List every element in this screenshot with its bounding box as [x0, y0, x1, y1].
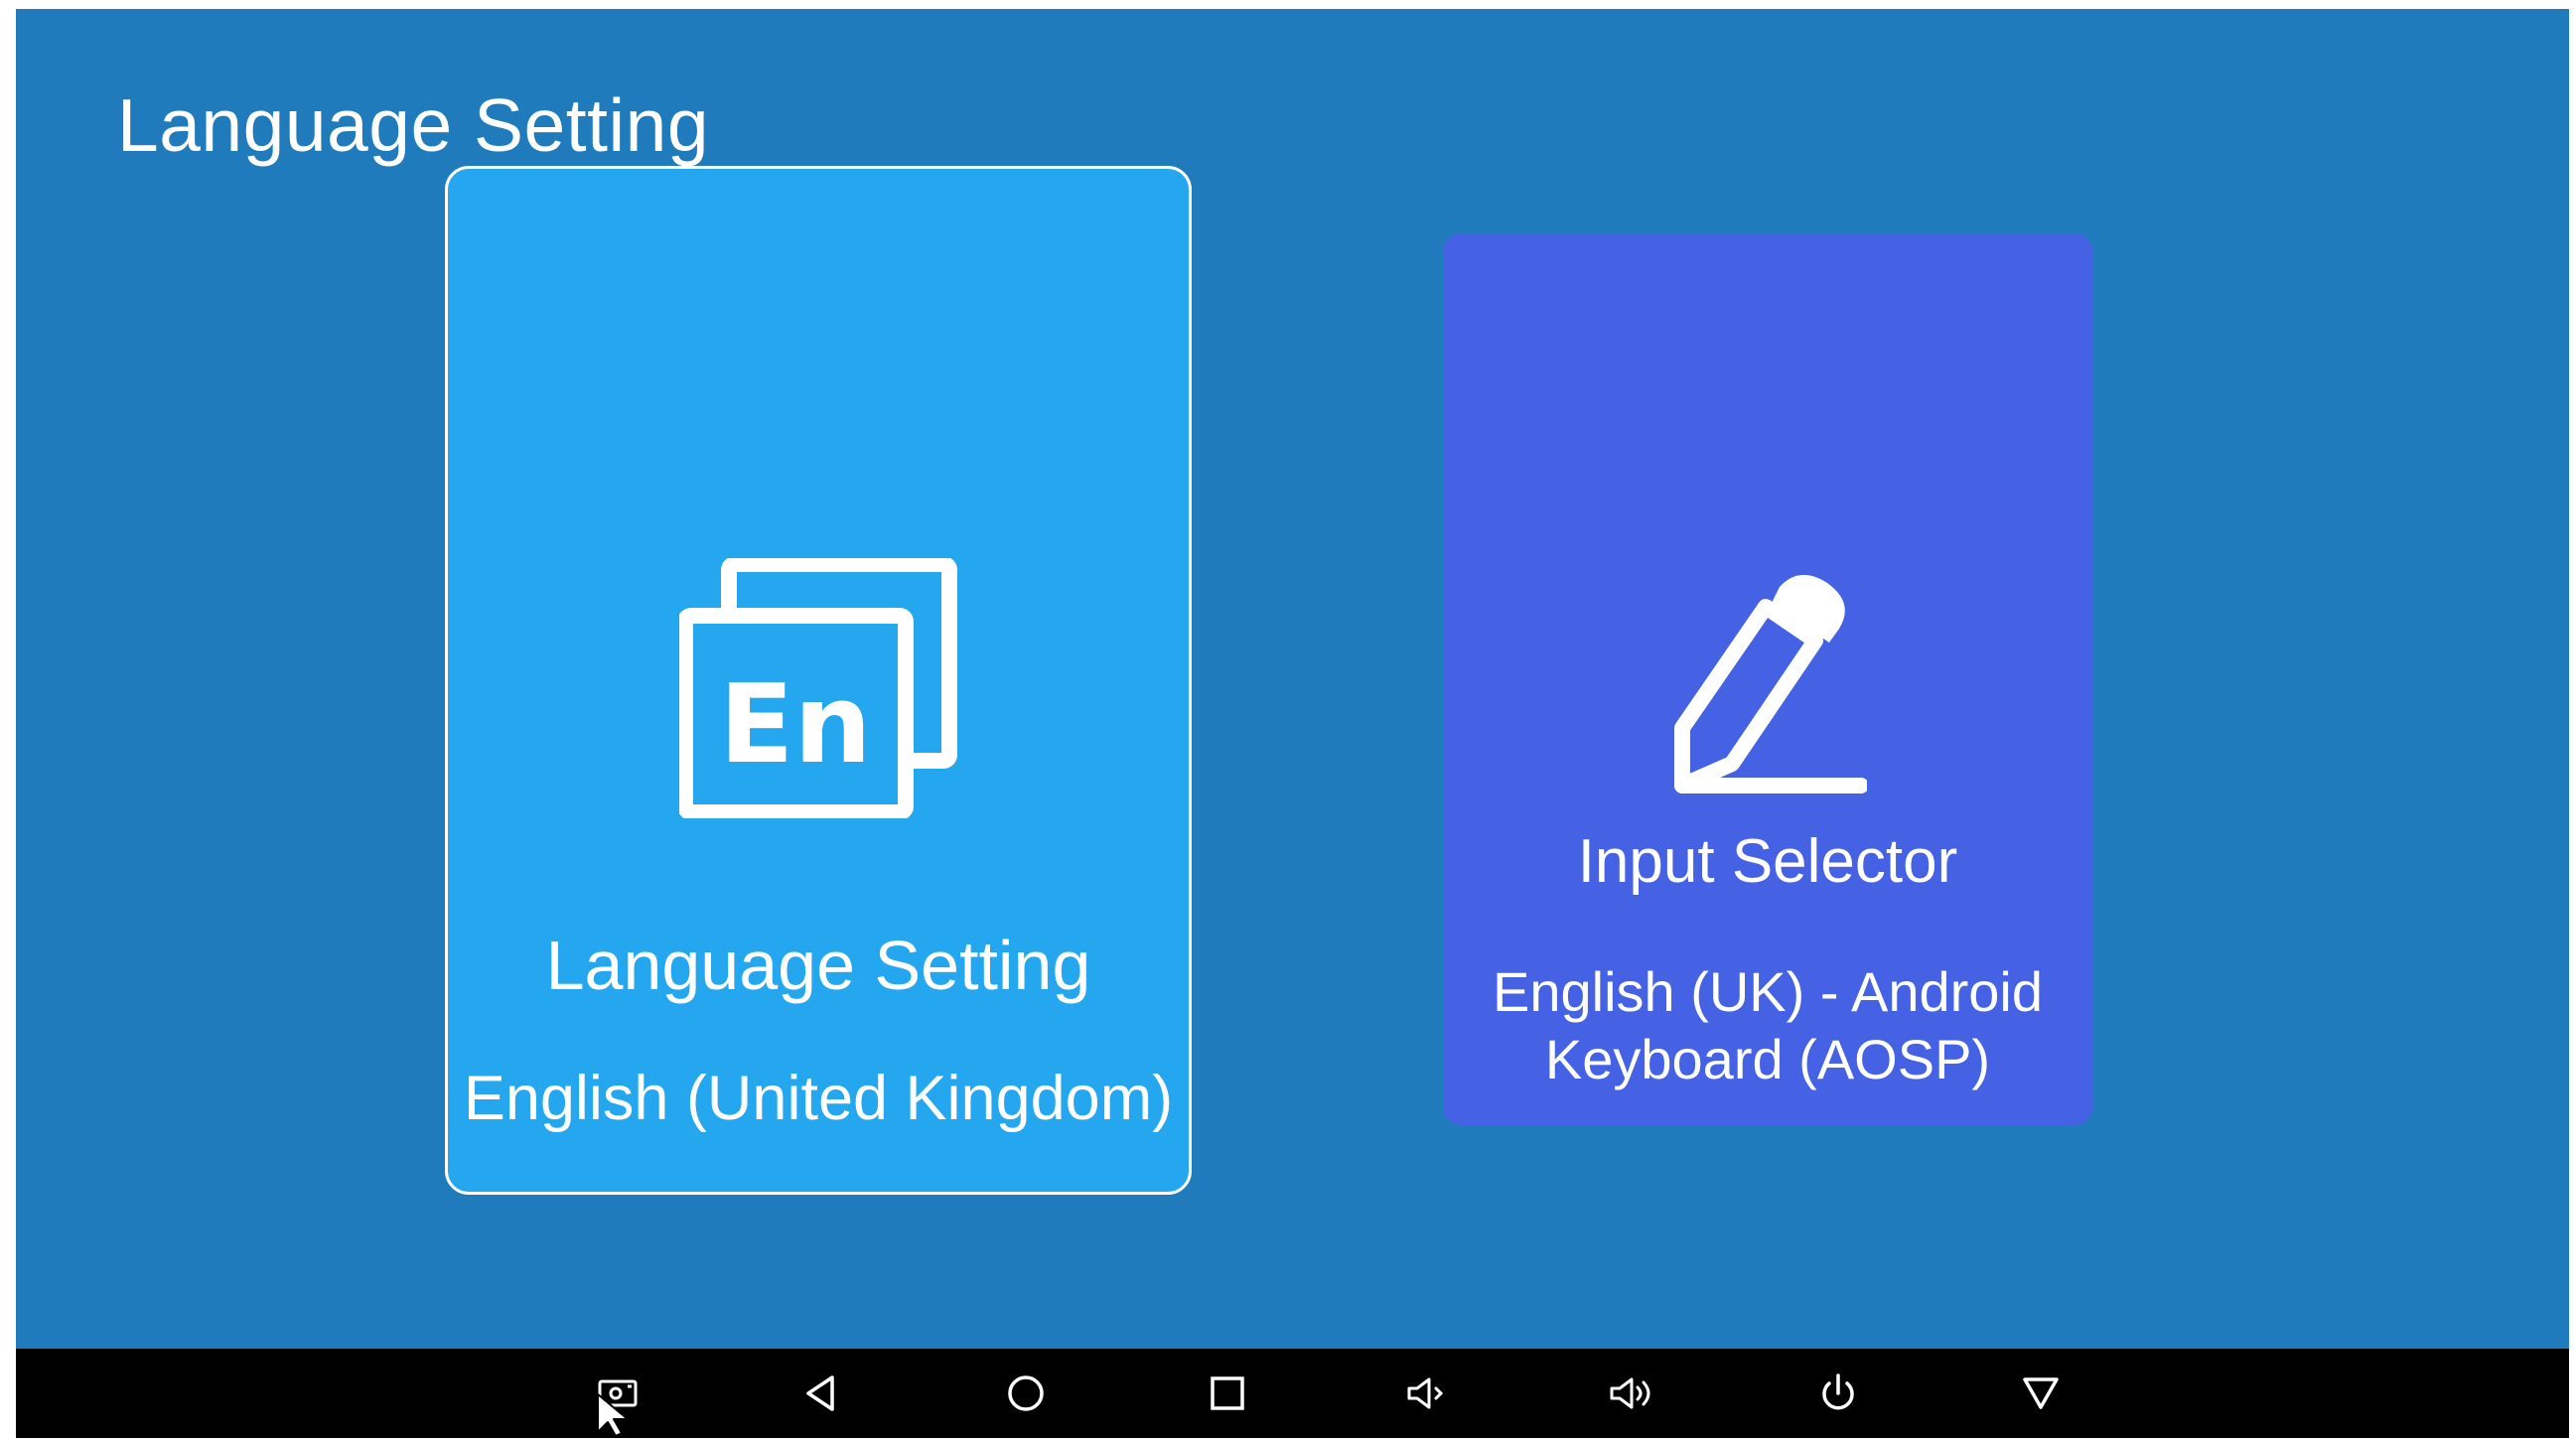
language-setting-card-title: Language Setting — [545, 927, 1091, 1004]
back-button[interactable] — [778, 1349, 867, 1438]
language-setting-current-value: English (United Kingdom) — [463, 1064, 1174, 1133]
hide-bar-button[interactable] — [1996, 1349, 2085, 1438]
home-circle-icon — [1008, 1375, 1044, 1411]
volume-down-button[interactable] — [1384, 1349, 1474, 1438]
input-selector-card[interactable]: Input Selector English (UK) - Android Ke… — [1443, 233, 2092, 1125]
input-selector-card-title: Input Selector — [1577, 827, 1958, 896]
volume-up-icon — [1610, 1377, 1650, 1409]
mouse-cursor-icon — [596, 1392, 636, 1438]
navigation-bar — [16, 1349, 2569, 1438]
en-icon-text: En — [719, 660, 871, 788]
power-icon — [1822, 1373, 1854, 1410]
input-selector-current-value: English (UK) - Android Keyboard (AOSP) — [1492, 960, 2043, 1090]
volume-down-icon — [1407, 1377, 1444, 1409]
page-title: Language Setting — [117, 83, 710, 167]
back-triangle-icon — [806, 1375, 834, 1411]
volume-up-button[interactable] — [1589, 1349, 1678, 1438]
pencil-icon — [1668, 569, 1869, 799]
power-button[interactable] — [1793, 1349, 1883, 1438]
language-setting-card[interactable]: En Language Setting English (United King… — [445, 166, 1192, 1195]
home-button[interactable] — [981, 1349, 1071, 1438]
screen: Language Setting En Language Setting Eng… — [16, 9, 2569, 1438]
recents-button[interactable] — [1183, 1349, 1272, 1438]
chevron-down-triangle-icon — [2023, 1377, 2059, 1409]
recents-square-icon — [1211, 1376, 1244, 1410]
en-language-icon: En — [677, 556, 957, 820]
